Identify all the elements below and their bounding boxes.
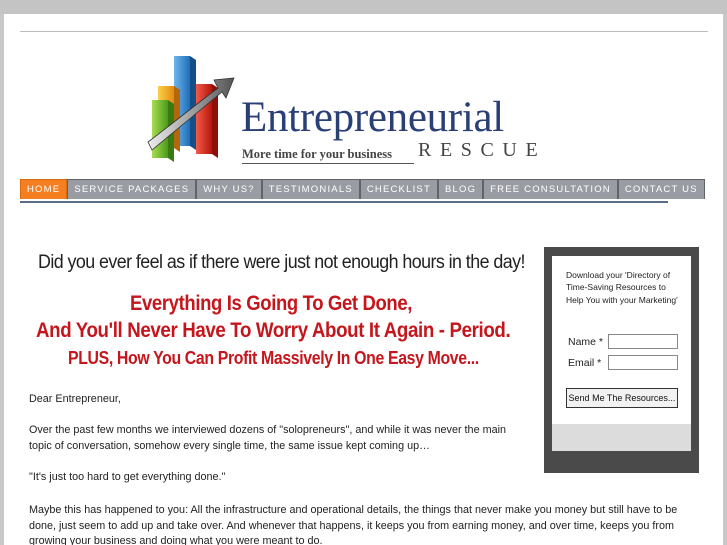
hero-red-line-1: Everything Is Going To Get Done, [130, 292, 413, 315]
browser-top-strip [0, 0, 727, 14]
nav-item-label: SERVICE PACKAGES [74, 184, 190, 195]
nav-item-label: BLOG [444, 184, 477, 195]
nav-item-0[interactable]: HOME [20, 179, 68, 199]
nav-item-label: CONTACT US [624, 184, 698, 195]
brand-tagline: More time for your business [242, 147, 392, 161]
hero-red-line-2: And You'll Never Have To Worry About It … [36, 319, 511, 342]
hero-headline: Did you ever feel as if there were just … [38, 252, 525, 273]
nav-item-5[interactable]: BLOG [437, 179, 484, 199]
page-container: Entrepreneurial More time for your busin… [4, 14, 723, 545]
signup-description: Download your 'Directory of Time-Saving … [566, 270, 678, 305]
header-divider [20, 31, 708, 32]
tagline-underline [242, 163, 414, 164]
name-input[interactable] [608, 334, 678, 349]
nav-item-3[interactable]: TESTIMONIALS [261, 179, 360, 199]
bar-chart-arrow-logo-icon [147, 56, 235, 162]
nav-item-label: FREE CONSULTATION [490, 184, 611, 195]
nav-item-6[interactable]: FREE CONSULTATION [483, 179, 618, 199]
nav-item-1[interactable]: SERVICE PACKAGES [67, 179, 197, 199]
nav-item-2[interactable]: WHY US? [196, 179, 262, 199]
nav-item-label: CHECKLIST [366, 184, 431, 195]
signup-form-footer [552, 424, 691, 451]
nav-item-4[interactable]: CHECKLIST [359, 179, 438, 199]
name-label: Name * [568, 336, 604, 348]
body-paragraph-2: Maybe this has happened to you: All the … [29, 504, 678, 545]
hero-red-line-3: PLUS, How You Can Profit Massively In On… [68, 348, 479, 368]
nav-item-label: TESTIMONIALS [268, 184, 353, 195]
nav-item-7[interactable]: CONTACT US [617, 179, 705, 199]
email-input[interactable] [608, 355, 678, 370]
send-resources-button[interactable]: Send Me The Resources... [566, 388, 678, 408]
brand-rescue: RESCUE [418, 139, 547, 161]
nav-item-label: WHY US? [203, 184, 255, 195]
email-label: Email * [568, 357, 602, 369]
body-paragraph-1: Over the past few months we interviewed … [29, 424, 506, 452]
nav-item-label: HOME [27, 184, 61, 195]
brand-name: Entrepreneurial [241, 94, 504, 141]
main-nav: HOME SERVICE PACKAGES WHY US? TESTIMONIA… [20, 179, 705, 203]
